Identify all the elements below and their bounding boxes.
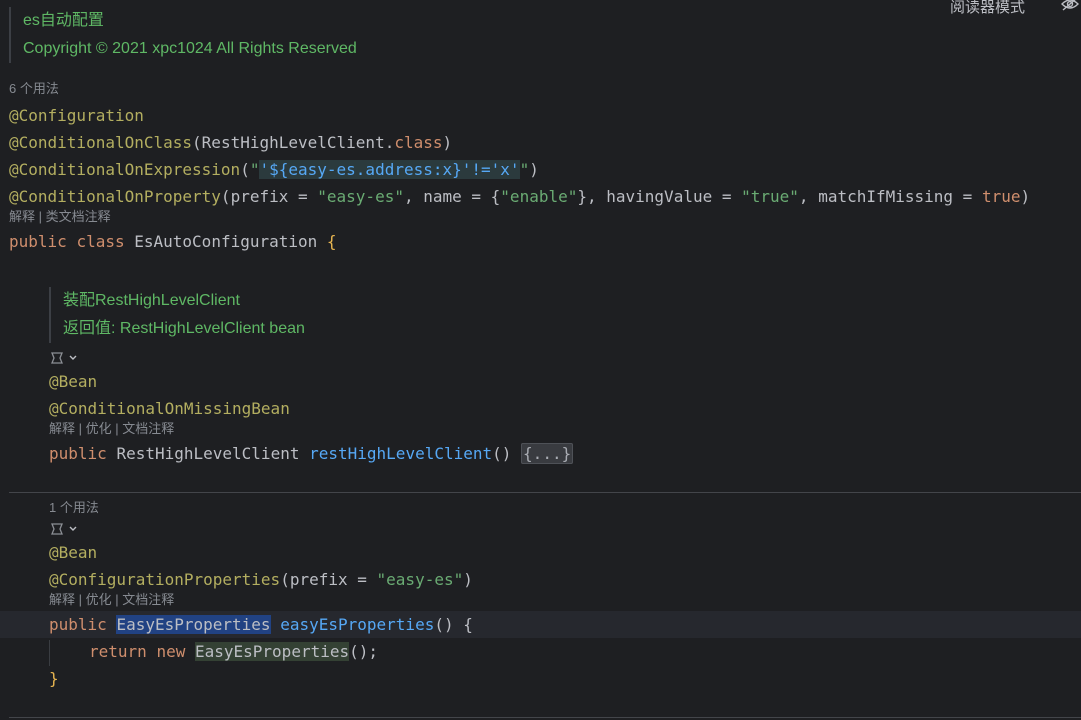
- selected-type: EasyEsProperties: [116, 615, 271, 634]
- annotation-conditional-on-expression: @ConditionalOnExpression("'${easy-es.add…: [9, 160, 539, 179]
- method1-annotation-missing-bean: @ConditionalOnMissingBean: [49, 399, 290, 418]
- annotation-conditional-on-property: @ConditionalOnProperty(prefix = "easy-es…: [9, 187, 1031, 206]
- method2-annotation-bean: @Bean: [49, 543, 98, 562]
- method2-close-brace: }: [49, 669, 59, 688]
- bean-gutter-icon[interactable]: [49, 350, 79, 370]
- method2-declaration: public EasyEsProperties easyEsProperties…: [49, 615, 473, 634]
- method1-javadoc: 装配RestHighLevelClient 返回值: RestHighLevel…: [49, 287, 305, 343]
- method1-ai-actions[interactable]: 解释 | 优化 | 文档注释: [49, 421, 174, 437]
- method1-doc-line1: 装配RestHighLevelClient: [63, 292, 240, 309]
- method2-ai-actions[interactable]: 解释 | 优化 | 文档注释: [49, 592, 174, 608]
- annotation-configuration: @Configuration: [9, 106, 144, 125]
- method2-return-statement: return new EasyEsProperties();: [89, 642, 379, 661]
- class-javadoc: es自动配置 Copyright © 2021 xpc1024 All Righ…: [9, 7, 357, 63]
- class-usages-hint[interactable]: 6 个用法: [9, 81, 59, 97]
- method2-usages-hint[interactable]: 1 个用法: [49, 500, 99, 516]
- class-doc-title: es自动配置: [23, 12, 104, 29]
- indent-guide: [49, 640, 50, 666]
- class-declaration: public class EsAutoConfiguration {: [9, 232, 337, 251]
- class-doc-copyright: Copyright © 2021 xpc1024 All Rights Rese…: [23, 40, 357, 57]
- expression-literal: '${easy-es.address:x}'!='x': [259, 160, 520, 179]
- eye-off-icon[interactable]: [1060, 0, 1080, 16]
- type-reference-highlight: EasyEsProperties: [194, 642, 350, 661]
- class-ai-actions[interactable]: 解释 | 类文档注释: [9, 209, 111, 225]
- method1-doc-line2: 返回值: RestHighLevelClient bean: [63, 320, 305, 337]
- annotation-conditional-on-class: @ConditionalOnClass(RestHighLevelClient.…: [9, 133, 453, 152]
- bottom-separator: [9, 717, 1081, 718]
- method1-annotation-bean: @Bean: [49, 372, 98, 391]
- method-separator: [9, 492, 1081, 493]
- reader-mode-label[interactable]: 阅读器模式: [950, 0, 1025, 17]
- bean-gutter-icon[interactable]: [49, 521, 79, 541]
- method1-declaration: public RestHighLevelClient restHighLevel…: [49, 443, 574, 464]
- method2-annotation-config-props: @ConfigurationProperties(prefix = "easy-…: [49, 570, 473, 589]
- folded-body[interactable]: {...}: [521, 443, 574, 464]
